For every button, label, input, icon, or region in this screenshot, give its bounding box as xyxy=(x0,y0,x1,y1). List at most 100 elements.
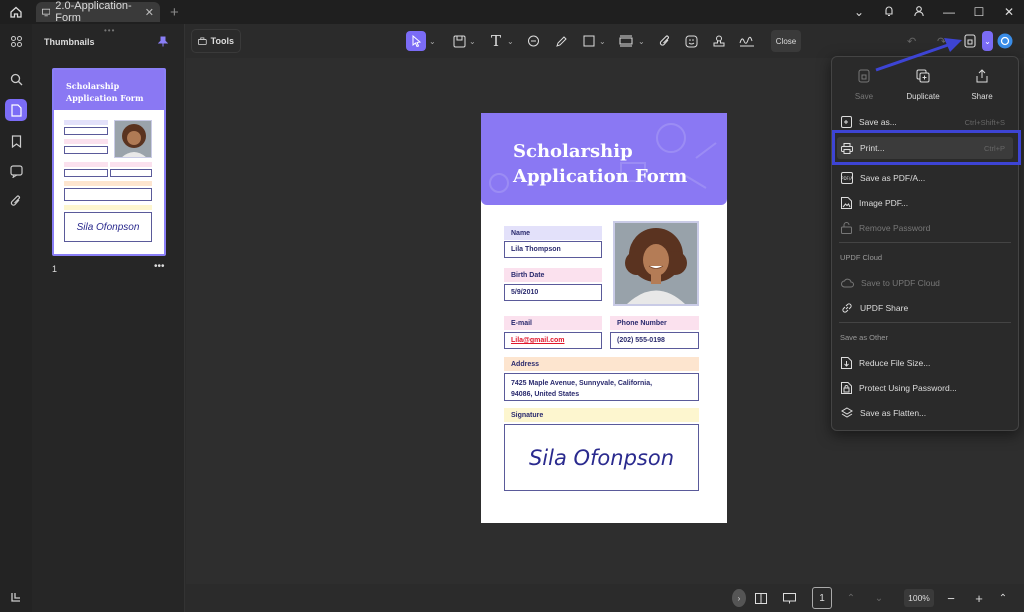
user-icon[interactable] xyxy=(904,5,934,20)
address-field[interactable]: 7425 Maple Avenue, Sunnyvale, California… xyxy=(504,373,699,401)
tab-close-icon[interactable]: ✕ xyxy=(145,6,154,19)
textbox-tool-icon[interactable] xyxy=(453,31,466,51)
menu-item-save-pdfa[interactable]: PDF/A Save as PDF/A... xyxy=(837,168,1013,188)
menu-item-protect[interactable]: Protect Using Password... xyxy=(837,378,1013,398)
page-layout-icon[interactable] xyxy=(752,589,770,607)
chevron-down-icon[interactable]: ⌄ xyxy=(599,31,606,51)
fit-page-icon[interactable]: ⌃ xyxy=(996,589,1010,607)
page-thumbnail[interactable]: Scholarship Application Form Sila Ofonps… xyxy=(52,68,166,256)
document-tab[interactable]: 2.0-Application-Form ✕ xyxy=(36,0,160,24)
redo-icon[interactable]: ↷ xyxy=(937,31,946,51)
more-icon[interactable]: ••• xyxy=(154,261,165,272)
undo-icon[interactable]: ↶ xyxy=(907,31,916,51)
menu-item-flatten[interactable]: Save as Flatten... xyxy=(837,403,1013,423)
image-pdf-icon xyxy=(841,197,852,209)
chevron-down-icon[interactable]: ⌄ xyxy=(638,31,645,51)
new-tab-icon[interactable]: + xyxy=(170,4,179,21)
birth-date-field[interactable]: 5/9/2010 xyxy=(504,284,602,301)
thumbnails-icon[interactable] xyxy=(5,99,27,121)
shape-tool-icon[interactable] xyxy=(583,31,595,51)
cloud-icon xyxy=(841,278,854,288)
stamp-icon[interactable] xyxy=(713,31,725,51)
name-label: Name xyxy=(504,226,602,240)
save-cloud-label: Save to UPDF Cloud xyxy=(861,278,940,288)
duplicate-icon xyxy=(916,69,930,83)
chevron-down-icon[interactable]: ⌄ xyxy=(469,31,476,51)
save-as-icon xyxy=(841,116,852,128)
menu-item-image-pdf[interactable]: Image PDF... xyxy=(837,193,1013,213)
next-page-icon[interactable]: ⌄ xyxy=(872,589,886,607)
toolbar: Tools ⌄ ⌄ T ⌄ ⌄ ⌄ Close ↶ ↷ ⌄ xyxy=(185,24,1024,58)
thumbnails-panel: ••• Thumbnails Scholarship Application F… xyxy=(32,24,185,612)
save-menu-icon[interactable] xyxy=(964,31,976,51)
notification-icon[interactable] xyxy=(874,5,904,20)
phone-label: Phone Number xyxy=(610,316,699,330)
updf-logo-icon[interactable] xyxy=(5,586,27,608)
page-number-input[interactable]: 1 xyxy=(812,587,832,609)
remove-password-label: Remove Password xyxy=(859,223,931,233)
menu-item-reduce-size[interactable]: Reduce File Size... xyxy=(837,353,1013,373)
share-button[interactable]: Share xyxy=(957,69,1007,101)
save-button[interactable]: Save xyxy=(839,69,889,101)
document-icon xyxy=(42,8,51,16)
menu-divider xyxy=(839,322,1011,323)
maximize-icon[interactable]: ☐ xyxy=(964,5,994,19)
menu-item-updf-share[interactable]: UPDF Share xyxy=(837,298,1013,318)
share-label: Share xyxy=(971,92,993,101)
chevron-down-icon[interactable]: ⌄ xyxy=(844,5,874,19)
save-as-label: Save as... xyxy=(859,117,897,127)
presentation-icon[interactable] xyxy=(780,589,798,607)
menu-item-save-cloud[interactable]: Save to UPDF Cloud xyxy=(837,273,1013,293)
prev-page-icon[interactable]: ⌃ xyxy=(844,589,858,607)
stamp-tool-icon[interactable] xyxy=(619,31,633,51)
menu-item-remove-password[interactable]: Remove Password xyxy=(837,218,1013,238)
signature-field[interactable]: Sila Ofonpson xyxy=(504,424,699,491)
panel-grip[interactable]: ••• xyxy=(104,26,115,35)
save-dropdown-chevron-icon[interactable]: ⌄ xyxy=(982,31,993,51)
pin-icon[interactable] xyxy=(157,34,169,52)
select-tool-icon[interactable] xyxy=(406,31,426,51)
phone-field[interactable]: (202) 555-0198 xyxy=(610,332,699,349)
section-updf-cloud: UPDF Cloud xyxy=(840,253,883,262)
chevron-down-icon[interactable]: ⌄ xyxy=(507,31,514,51)
document-page: Scholarship Application Form Name Lila T… xyxy=(481,113,727,523)
thumb-title-line1: Scholarship xyxy=(66,81,120,91)
name-field[interactable]: Lila Thompson xyxy=(504,241,602,258)
sticker-tool-icon[interactable] xyxy=(685,31,698,51)
collapse-icon[interactable]: › xyxy=(732,589,746,607)
highlighter-icon[interactable] xyxy=(555,31,568,51)
home-icon[interactable] xyxy=(0,0,32,24)
tools-button[interactable]: Tools xyxy=(191,29,241,53)
section-save-as-other: Save as Other xyxy=(840,333,888,342)
menu-item-save-as[interactable]: Save as... Ctrl+Shift+S xyxy=(837,112,1013,132)
comment-icon[interactable] xyxy=(5,160,27,182)
form-title: Scholarship Application Form xyxy=(513,139,713,189)
duplicate-button[interactable]: Duplicate xyxy=(898,69,948,101)
signature-tool-icon[interactable] xyxy=(739,31,755,51)
save-as-shortcut: Ctrl+Shift+S xyxy=(964,117,1005,127)
close-window-icon[interactable]: ✕ xyxy=(994,5,1024,19)
comment-tool-icon[interactable] xyxy=(527,31,540,51)
attachment-icon[interactable] xyxy=(5,190,27,212)
ai-assistant-icon[interactable] xyxy=(997,31,1013,51)
title-bar: 2.0-Application-Form ✕ + ⌄ — ☐ ✕ xyxy=(0,0,1024,24)
updf-share-label: UPDF Share xyxy=(860,303,909,313)
print-highlight-box xyxy=(832,130,1021,165)
thumb-signature: Sila Ofonpson xyxy=(64,212,152,242)
layers-icon xyxy=(841,407,853,418)
zoom-level[interactable]: 100% xyxy=(904,589,934,607)
attach-tool-icon[interactable] xyxy=(659,31,671,51)
zoom-out-icon[interactable]: − xyxy=(944,589,958,607)
minimize-icon[interactable]: — xyxy=(934,5,964,19)
save-label: Save xyxy=(854,92,874,101)
email-field[interactable]: Lila@gmail.com xyxy=(504,332,602,349)
chevron-down-icon[interactable]: ⌄ xyxy=(429,31,436,51)
search-icon[interactable] xyxy=(5,68,27,90)
zoom-in-icon[interactable]: + xyxy=(972,589,986,607)
bookmark-icon[interactable] xyxy=(5,130,27,152)
tools-label: Tools xyxy=(210,36,234,46)
form-title-line2: Application Form xyxy=(513,166,688,187)
text-tool-icon[interactable]: T xyxy=(491,31,501,51)
close-tools-button[interactable]: Close xyxy=(771,30,801,52)
grid-icon[interactable] xyxy=(5,30,27,52)
